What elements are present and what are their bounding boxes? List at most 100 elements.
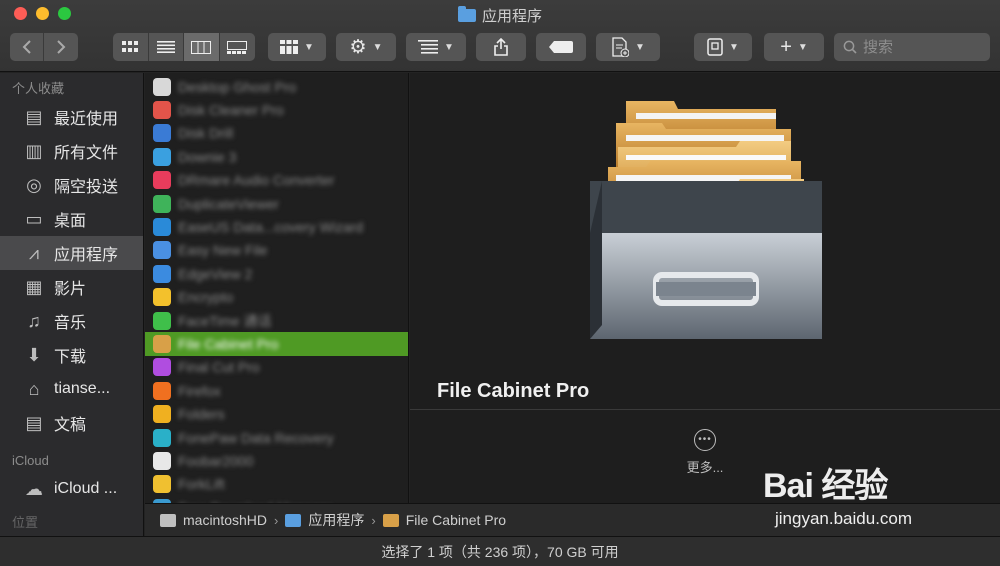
app-icon (153, 124, 171, 143)
preview-app-name: File Cabinet Pro (437, 380, 590, 402)
list-view-button[interactable] (149, 33, 185, 61)
action-button[interactable]: ⚙ ▼ (336, 33, 396, 61)
list-item[interactable]: FonePaw Data Recovery (145, 426, 408, 449)
list-item[interactable]: Folders (145, 402, 408, 425)
forward-button[interactable] (44, 33, 78, 61)
app-icon (153, 405, 171, 424)
list-item[interactable]: Final Cut Pro (145, 356, 408, 379)
sidebar-item-label: 隔空投送 (54, 179, 119, 196)
chevron-down-icon: ▼ (635, 41, 645, 53)
add-button[interactable]: + ▼ (764, 33, 824, 61)
compress-button[interactable]: ▼ (694, 33, 752, 61)
sidebar-item[interactable]: ▥ 所有文件 (0, 134, 143, 168)
applications-folder-icon (457, 6, 476, 22)
sidebar-item[interactable]: ⬇ 下载 (0, 338, 143, 372)
title-bar: 应用程序 ▼ ⚙ ▼ ▼ ▼ ▼ + ▼ 搜索 (0, 0, 1000, 72)
search-icon (843, 40, 857, 54)
sidebar-item[interactable]: ◎ 隔空投送 (0, 168, 143, 202)
app-icon (153, 147, 171, 166)
list-item-label: Firefox (178, 382, 221, 399)
back-forward-group (10, 33, 78, 61)
list-item[interactable]: EaseUS Data...covery Wizard (145, 215, 408, 238)
app-icon (153, 264, 171, 283)
list-item[interactable]: FaceTime 通话 (145, 309, 408, 332)
list-item-label: Disk Drill (178, 125, 234, 142)
app-icon (153, 311, 171, 330)
list-item[interactable]: Downie 3 (145, 145, 408, 168)
disk-icon (160, 513, 176, 527)
list-item[interactable]: DuplicateViewer (145, 192, 408, 215)
more-button[interactable]: ••• 更多... (680, 429, 730, 476)
chevron-down-icon: ▼ (444, 41, 454, 53)
list-item[interactable]: Firefox (145, 379, 408, 402)
sidebar-item[interactable]: ♫ 音乐 (0, 304, 143, 338)
tags-button[interactable] (536, 33, 586, 61)
list-item[interactable]: Foobar2000 (145, 449, 408, 472)
path-label-disk: macintoshHD (183, 512, 268, 528)
app-icon (153, 218, 171, 237)
icon-view-button[interactable] (113, 33, 149, 61)
list-item[interactable]: Encrypto (145, 286, 408, 309)
list-item[interactable]: Free Download Manager (145, 496, 408, 503)
applications-column: Desktop Ghost Pro Disk Cleaner Pro Disk Dr… (145, 73, 409, 503)
list-item-label: Disk Cleaner Pro (178, 102, 284, 119)
list-item-label: FaceTime 通话 (178, 312, 272, 329)
search-input[interactable] (863, 38, 973, 56)
sidebar-item[interactable]: ☁ iCloud ... (0, 472, 143, 506)
airdrop-icon: ◎ (26, 174, 42, 195)
sidebar-item-label: iCloud ... (54, 480, 118, 497)
sidebar-item[interactable]: ⩘ 应用程序 (0, 236, 143, 270)
sidebar-item[interactable]: ▦ 影片 (0, 270, 143, 304)
sidebar-item[interactable]: ⌂ tianse... (0, 372, 143, 406)
sidebar-item-label: 影片 (54, 281, 87, 298)
window-title-text: 应用程序 (481, 8, 542, 25)
app-icon (382, 513, 399, 527)
sidebar-item[interactable]: ▤ 最近使用 (0, 100, 143, 134)
chevron-right-icon: › (274, 512, 279, 528)
chevron-down-icon: ▼ (797, 41, 808, 53)
music-icon: ♫ (27, 310, 41, 331)
group-by-button[interactable]: ▼ (268, 33, 326, 61)
list-item[interactable]: EdgeView 2 (145, 262, 408, 285)
list-item[interactable]: Disk Cleaner Pro (145, 98, 408, 121)
back-button[interactable] (10, 33, 44, 61)
preview-pane: File Cabinet Pro ••• 更多... (410, 73, 1000, 503)
list-item[interactable]: File Cabinet Pro (145, 332, 408, 356)
new-file-button[interactable]: ▼ (596, 33, 660, 61)
list-item-label: Desktop Ghost Pro (178, 78, 297, 95)
sidebar-item-label: 最近使用 (54, 111, 119, 128)
list-item[interactable]: DRmare Audio Converter (145, 169, 408, 192)
movies-icon: ▦ (25, 276, 43, 297)
app-icon (153, 288, 171, 307)
gallery-view-button[interactable] (220, 33, 255, 61)
share-button[interactable] (476, 33, 526, 61)
chevron-left-icon (22, 40, 31, 54)
path-item-disk[interactable]: macintoshHD (160, 512, 267, 528)
preview-divider (410, 409, 1000, 410)
list-item[interactable]: Disk Drill (145, 122, 408, 145)
gallery-view-icon (227, 40, 248, 54)
path-item-app[interactable]: File Cabinet Pro (382, 512, 506, 528)
sidebar-item-label: 所有文件 (54, 145, 119, 162)
list-item[interactable]: ForkLift (145, 473, 408, 496)
recents-icon: ▤ (25, 106, 43, 127)
list-item-label: ForkLift (178, 476, 225, 493)
group-icon (280, 40, 299, 54)
view-mode-control (113, 33, 255, 61)
search-field[interactable] (834, 33, 990, 61)
arrange-button[interactable]: ▼ (406, 33, 466, 61)
sidebar-item[interactable]: ▭ 桌面 (0, 202, 143, 236)
list-item[interactable]: Desktop Ghost Pro (145, 75, 408, 98)
sidebar: 个人收藏 ▤ 最近使用 ▥ 所有文件 ◎ 隔空投送 ▭ 桌面 ⩘ 应用程序 ▦ 影片 ♫ 音乐 ⬇ 下载 ⌂ ti… (0, 73, 144, 536)
path-label-applications: 应用程序 (308, 512, 365, 528)
tag-icon (549, 41, 573, 53)
window-title: 应用程序 (0, 5, 1000, 26)
gear-icon: ⚙ (349, 36, 367, 58)
list-item[interactable]: Easy New File (145, 239, 408, 262)
sidebar-item[interactable]: ▤ 文稿 (0, 406, 143, 440)
plus-icon: + (780, 36, 792, 58)
column-view-button[interactable] (184, 33, 220, 61)
path-item-applications[interactable]: 应用程序 (285, 510, 364, 530)
finder-window: 应用程序 ▼ ⚙ ▼ ▼ ▼ ▼ + ▼ 搜索 个人收藏 ▤ 最近使用 ▥ 所有… (0, 0, 1000, 566)
documents-icon: ▤ (25, 412, 43, 433)
